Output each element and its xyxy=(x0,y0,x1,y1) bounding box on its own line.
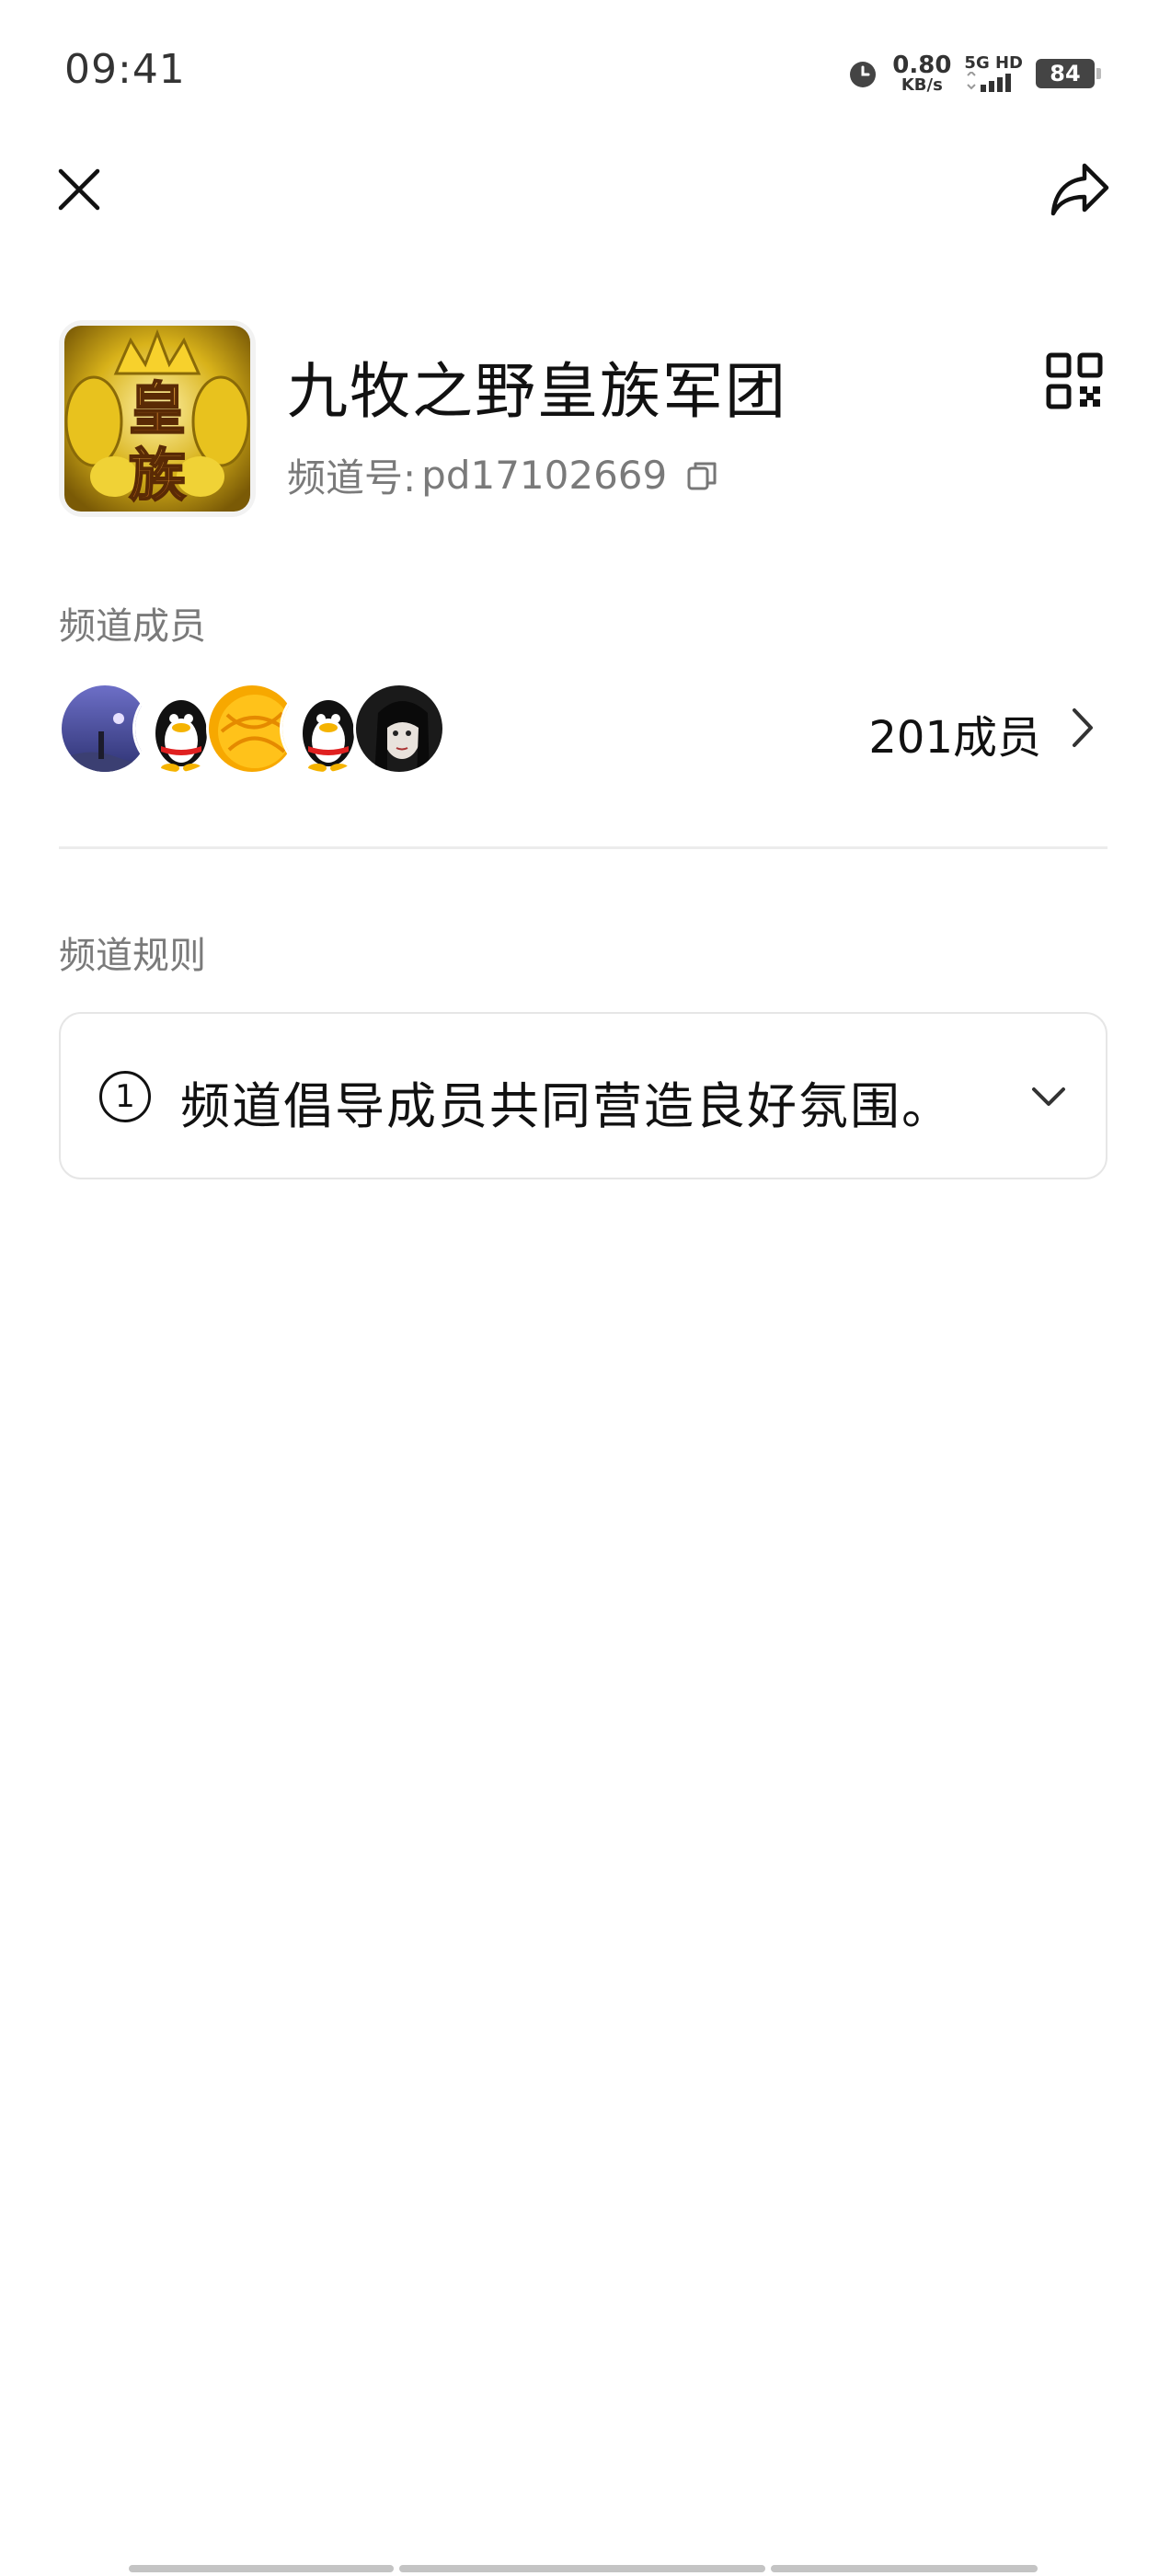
member-count[interactable]: 201成员 xyxy=(868,701,1041,765)
network-speed: 0.80 KB/s xyxy=(892,53,951,94)
channel-logo-image: 皇 族 xyxy=(59,320,256,517)
channel-avatar[interactable]: 皇 族 xyxy=(59,320,256,517)
channel-id-label: 频道号: xyxy=(287,455,417,500)
rules-section-label: 频道规则 xyxy=(59,935,206,977)
gesture-bar-segment xyxy=(129,2565,394,2572)
network-speed-value: 0.80 xyxy=(892,52,952,79)
close-button[interactable] xyxy=(42,153,116,226)
copy-icon[interactable] xyxy=(683,457,720,494)
channel-id-row: 频道号: pd17102669 xyxy=(287,447,720,503)
status-bar: 09:41 0.80 KB/s 5G HD 84 xyxy=(0,0,1159,138)
channel-id-value: pd17102669 xyxy=(421,453,668,498)
channel-info-page: 09:41 0.80 KB/s 5G HD 84 皇 族 九牧之野皇族军团 频道… xyxy=(0,0,1159,2576)
chevron-right-icon[interactable] xyxy=(1067,705,1098,751)
chevron-down-icon[interactable] xyxy=(1028,1078,1069,1115)
signal-bars-icon xyxy=(967,72,1012,92)
member-avatar xyxy=(353,683,445,775)
qr-code-button[interactable] xyxy=(1045,351,1104,410)
rule-card[interactable]: 1 频道倡导成员共同营造良好氛围。 xyxy=(59,1012,1107,1179)
rule-text: 频道倡导成员共同营造良好氛围。 xyxy=(180,1077,953,1135)
close-icon xyxy=(58,168,100,211)
gesture-bar-segment xyxy=(399,2565,765,2572)
share-icon xyxy=(1050,163,1109,216)
channel-name: 九牧之野皇族军团 xyxy=(287,356,787,427)
gesture-bar-segment xyxy=(771,2565,1038,2572)
rule-number-badge: 1 xyxy=(99,1071,151,1122)
status-indicators: 0.80 KB/s 5G HD 84 xyxy=(846,48,1101,99)
status-time: 09:41 xyxy=(64,46,186,93)
section-divider xyxy=(59,846,1107,849)
battery-level: 84 xyxy=(1050,61,1081,86)
network-speed-unit: KB/s xyxy=(901,75,943,95)
alarm-icon xyxy=(850,62,877,87)
member-avatar-list[interactable] xyxy=(59,683,482,775)
members-section-label: 频道成员 xyxy=(59,605,206,648)
network-type-label: 5G HD xyxy=(964,53,1023,73)
qr-code-icon xyxy=(1046,352,1103,409)
battery-icon: 84 xyxy=(1036,59,1101,88)
svg-text:皇: 皇 xyxy=(129,375,186,443)
signal-indicator: 5G HD xyxy=(964,55,1023,92)
svg-text:族: 族 xyxy=(129,442,186,509)
share-button[interactable] xyxy=(1043,153,1117,226)
navigation-gesture-bar xyxy=(0,2563,1159,2576)
